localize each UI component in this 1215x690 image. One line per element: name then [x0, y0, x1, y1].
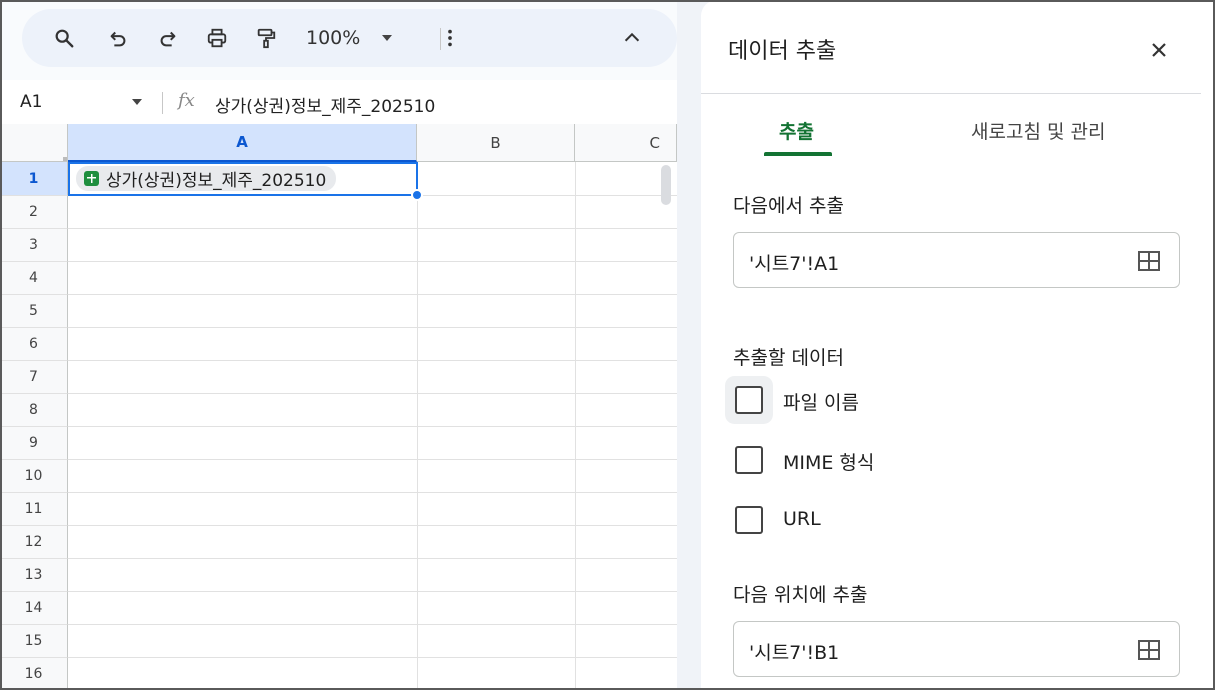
- zoom-value: 100%: [306, 27, 361, 49]
- sheets-file-icon: [84, 171, 99, 186]
- toolbar: 100%: [22, 9, 677, 67]
- grid-line: [68, 525, 677, 526]
- row-header[interactable]: 10: [0, 460, 68, 493]
- panel-title: 데이터 추출: [728, 39, 837, 64]
- grid-line: [68, 624, 677, 625]
- formula-bar-divider: [162, 92, 163, 114]
- select-all-corner[interactable]: [0, 124, 68, 162]
- print-icon[interactable]: [201, 22, 233, 54]
- destination-range-value: '시트7'!B1: [749, 642, 840, 664]
- formula-input[interactable]: 상가(상권)정보_제주_202510: [215, 92, 435, 117]
- row-header[interactable]: 15: [0, 625, 68, 658]
- source-label: 다음에서 추출: [733, 195, 844, 217]
- search-icon[interactable]: [48, 22, 80, 54]
- range-select-icon[interactable]: [1137, 249, 1161, 273]
- url-checkbox[interactable]: [735, 506, 763, 534]
- row-header[interactable]: 12: [0, 526, 68, 559]
- close-icon[interactable]: [1147, 38, 1171, 62]
- destination-label: 다음 위치에 추출: [733, 584, 868, 606]
- grid-line: [68, 261, 677, 262]
- grid-line: [68, 327, 677, 328]
- file-name-checkbox[interactable]: [735, 386, 763, 414]
- file-name-label: 파일 이름: [783, 392, 859, 414]
- panel-divider: [701, 93, 1201, 94]
- row-header[interactable]: 11: [0, 493, 68, 526]
- column-header-a[interactable]: A: [68, 124, 417, 162]
- tab-refresh-manage[interactable]: 새로고침 및 관리: [971, 117, 1105, 144]
- row-header[interactable]: 1: [0, 162, 68, 196]
- formula-bar: A1 fx 상가(상권)정보_제주_202510: [0, 80, 677, 124]
- spreadsheet-area: 100% A1 fx 상가(상권)정보_제주_202510 A B C 1 2 …: [0, 0, 677, 690]
- undo-icon[interactable]: [102, 22, 134, 54]
- grid-line: [68, 558, 677, 559]
- row-header[interactable]: 13: [0, 559, 68, 592]
- row-header[interactable]: 4: [0, 262, 68, 295]
- source-range-value: '시트7'!A1: [749, 253, 840, 275]
- fx-icon: fx: [178, 90, 195, 111]
- mime-type-label: MIME 형식: [783, 452, 875, 474]
- destination-range-field[interactable]: '시트7'!B1: [733, 621, 1180, 677]
- grid-line: [68, 294, 677, 295]
- file-chip[interactable]: 상가(상권)정보_제주_202510: [76, 166, 337, 191]
- column-header-b[interactable]: B: [417, 124, 575, 162]
- row-header[interactable]: 9: [0, 427, 68, 460]
- extract-data-panel: 데이터 추출 추출 새로고침 및 관리 다음에서 추출 '시트7'!A1 추출할…: [701, 0, 1215, 690]
- row-header[interactable]: 6: [0, 328, 68, 361]
- grid-line: [68, 657, 677, 658]
- source-range-field[interactable]: '시트7'!A1: [733, 232, 1180, 288]
- data-to-extract-label: 추출할 데이터: [733, 347, 844, 369]
- grid-line: [68, 591, 677, 592]
- file-chip-label: 상가(상권)정보_제주_202510: [106, 171, 327, 191]
- row-header[interactable]: 8: [0, 394, 68, 427]
- row-header[interactable]: 5: [0, 295, 68, 328]
- column-header-c[interactable]: C: [575, 124, 677, 162]
- row-header[interactable]: 3: [0, 229, 68, 262]
- url-label: URL: [783, 508, 821, 530]
- redo-icon[interactable]: [152, 22, 184, 54]
- chevron-down-icon: [382, 35, 393, 41]
- collapse-icon[interactable]: [616, 22, 648, 54]
- grid-line: [68, 459, 677, 460]
- fill-handle[interactable]: [411, 189, 423, 201]
- name-box[interactable]: A1: [20, 92, 42, 112]
- row-header[interactable]: 7: [0, 361, 68, 394]
- grid-line: [575, 162, 576, 690]
- chevron-down-icon[interactable]: [132, 99, 142, 105]
- grid-line: [68, 393, 677, 394]
- row-header[interactable]: 2: [0, 196, 68, 229]
- grid-line: [68, 426, 677, 427]
- active-tab-indicator: [764, 152, 832, 156]
- grid-line: [68, 360, 677, 361]
- side-panel: 데이터 추출 추출 새로고침 및 관리 다음에서 추출 '시트7'!A1 추출할…: [677, 0, 1215, 690]
- tab-extract[interactable]: 추출: [779, 117, 814, 144]
- row-header[interactable]: 16: [0, 658, 68, 690]
- zoom-select[interactable]: 100%: [306, 23, 393, 53]
- mime-type-checkbox[interactable]: [735, 446, 763, 474]
- more-vert-icon[interactable]: [434, 22, 466, 54]
- grid-line: [68, 228, 677, 229]
- range-select-icon[interactable]: [1137, 638, 1161, 662]
- grid-line: [417, 162, 418, 690]
- grid-line: [68, 492, 677, 493]
- vertical-scrollbar[interactable]: [661, 165, 671, 205]
- paint-format-icon[interactable]: [250, 22, 282, 54]
- row-header[interactable]: 14: [0, 592, 68, 625]
- cell-grid: A B C 1 2 3 4 5 6 7 8 9 10 11 12 13 14 1…: [0, 124, 677, 690]
